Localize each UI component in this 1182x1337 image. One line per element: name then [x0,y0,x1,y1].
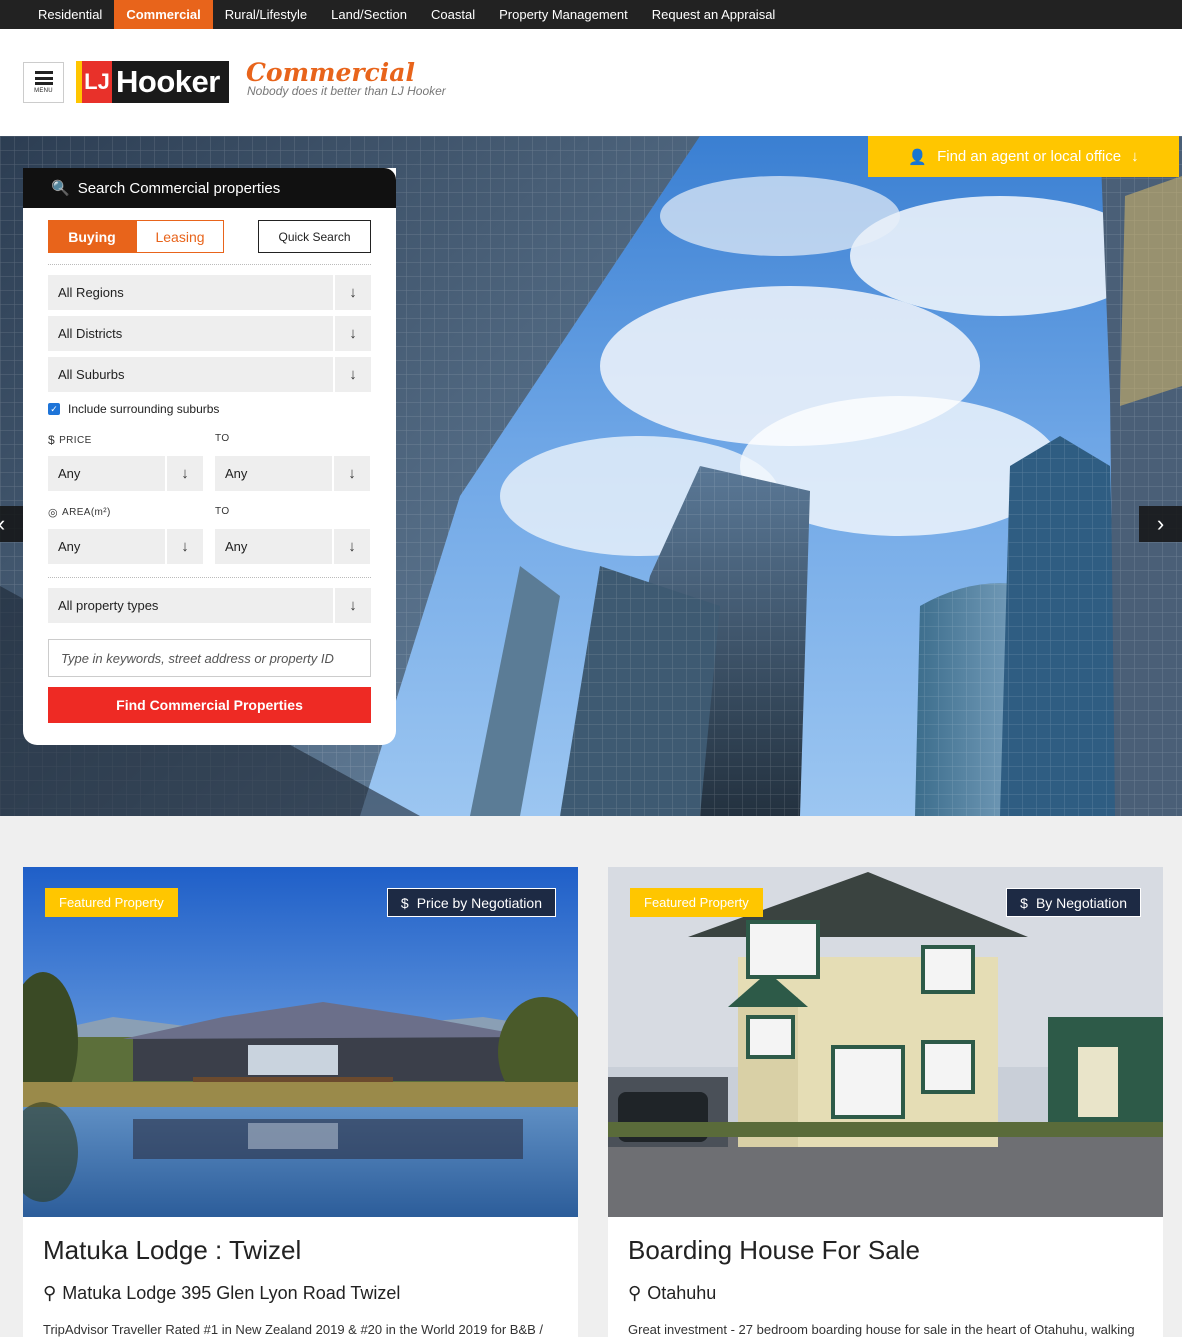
listing-title[interactable]: Boarding House For Sale [628,1235,920,1266]
dollar-icon: $ [48,433,56,447]
area-icon: ◎ [48,507,58,519]
district-select[interactable]: All Districts ↓ [48,316,371,351]
price-label: $ PRICE [48,433,92,447]
arrow-down-icon: ↓ [333,275,371,310]
tab-buying[interactable]: Buying [48,220,136,253]
search-panel: 🔍 Search Commercial properties Buying Le… [23,168,396,745]
arrow-down-icon: ↓ [165,456,203,491]
divider [48,577,371,578]
chevron-left-icon: ‹ [0,511,5,537]
carousel-next-button[interactable]: › [1139,506,1182,542]
area-to-value: Any [225,539,248,554]
nav-commercial[interactable]: Commercial [114,0,213,29]
arrow-down-icon: ↓ [333,357,371,392]
chevron-right-icon: › [1156,511,1165,536]
price-badge: $ Price by Negotiation [386,888,556,917]
arrow-down-icon: ↓ [332,529,370,564]
nav-coastal[interactable]: Coastal [419,0,487,29]
search-icon: 🔍 [51,180,70,197]
property-type-select[interactable]: All property types ↓ [48,588,371,623]
buy-lease-tabs: Buying Leasing [48,220,224,253]
menu-button[interactable]: MENU [23,62,64,103]
district-select-value: All Districts [58,326,123,341]
tab-leasing[interactable]: Leasing [136,220,224,253]
price-from-value: Any [58,466,81,481]
find-agent-button[interactable]: 👤 Find an agent or local office ↓ [868,136,1179,177]
divider [48,264,371,265]
price-to-select[interactable]: Any ↓ [215,456,370,491]
price-to-value: Any [225,466,248,481]
nav-property-management[interactable]: Property Management [487,0,640,29]
arrow-down-icon: ↓ [165,529,203,564]
area-from-select[interactable]: Any ↓ [48,529,203,564]
featured-badge: Featured Property [45,888,178,917]
listing-card[interactable]: Featured Property $ Price by Negotiation… [23,867,578,1337]
find-agent-label: Find an agent or local office [937,148,1122,165]
boarding-house-photo [608,867,1163,1217]
region-select[interactable]: All Regions ↓ [48,275,371,310]
dollar-icon: $ [400,894,409,911]
nav-residential[interactable]: Residential [26,0,114,29]
area-to-select[interactable]: Any ↓ [215,529,370,564]
keyword-search-input[interactable]: Type in keywords, street address or prop… [48,639,371,677]
map-pin-icon: ⚲ [628,1283,642,1303]
hamburger-icon [34,71,53,85]
logo-mark: LJ [76,61,112,103]
include-surrounding-label: Include surrounding suburbs [68,402,220,416]
area-from-value: Any [58,539,81,554]
find-properties-button[interactable]: Find Commercial Properties [48,687,371,723]
nav-request-appraisal[interactable]: Request an Appraisal [640,0,788,29]
top-nav: Residential Commercial Rural/Lifestyle L… [0,0,1182,29]
dollar-icon: $ [1020,894,1028,911]
lodge-photo [23,867,578,1217]
nav-land-section[interactable]: Land/Section [319,0,419,29]
map-pin-icon: ⚲ [43,1283,57,1303]
brand-tagline: Nobody does it better than LJ Hooker [247,84,446,98]
user-icon: 👤 [908,148,928,166]
area-label: ◎ AREA(m²) [48,507,111,519]
arrow-down-icon: ↓ [333,588,371,623]
price-to-label: TO [215,433,230,444]
property-type-value: All property types [58,598,159,613]
arrow-down-icon: ↓ [332,456,370,491]
include-surrounding-checkbox[interactable]: ✓ [48,403,60,415]
featured-badge: Featured Property [630,888,763,917]
carousel-prev-button[interactable]: ‹ [0,506,23,542]
listing-address: ⚲ Otahuhu [628,1283,717,1303]
listing-photo[interactable] [608,867,1163,1217]
quick-search-button[interactable]: Quick Search [258,220,371,253]
price-badge: $ By Negotiation [1006,888,1141,917]
price-from-select[interactable]: Any ↓ [48,456,203,491]
search-panel-header: 🔍 Search Commercial properties [23,168,396,208]
lj-hooker-logo[interactable]: LJ Hooker [76,61,229,103]
region-select-value: All Regions [58,285,124,300]
suburb-select[interactable]: All Suburbs ↓ [48,357,371,392]
listing-photo[interactable] [23,867,578,1217]
listing-description: Great investment - 27 bedroom boarding h… [628,1322,1135,1337]
search-panel-title: Search Commercial properties [77,179,281,197]
listing-title[interactable]: Matuka Lodge : Twizel [43,1235,301,1266]
menu-label: MENU [34,88,53,94]
listing-description: TripAdvisor Traveller Rated #1 in New Ze… [43,1322,544,1337]
suburb-select-value: All Suburbs [58,367,125,382]
site-header: MENU LJ Hooker Commercial Nobody does it… [0,29,1182,136]
nav-rural-lifestyle[interactable]: Rural/Lifestyle [213,0,319,29]
arrow-down-icon: ↓ [1131,148,1139,165]
brand-title: Commercial [246,58,415,87]
arrow-down-icon: ↓ [333,316,371,351]
include-surrounding-row: ✓ Include surrounding suburbs [48,402,219,416]
listing-card[interactable]: Featured Property $ By Negotiation Board… [608,867,1163,1337]
listing-address: ⚲ Matuka Lodge 395 Glen Lyon Road Twizel [43,1283,401,1303]
area-to-label: TO [215,506,230,517]
logo-word: Hooker [116,64,220,99]
